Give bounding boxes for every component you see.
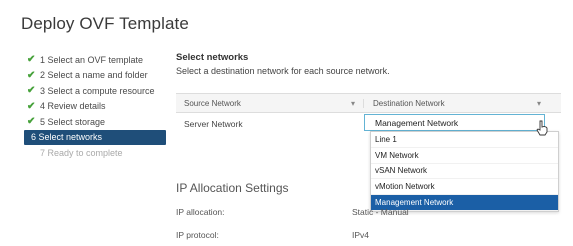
step-label: 4 Review details xyxy=(40,101,106,112)
hand-cursor-icon xyxy=(536,120,548,136)
ip-allocation-title: IP Allocation Settings xyxy=(176,181,289,195)
step-7: 7 Ready to complete xyxy=(27,145,167,161)
dropdown-option[interactable]: VM Network xyxy=(371,148,558,164)
ip-allocation-value: Static - Manual xyxy=(352,207,409,217)
step-2[interactable]: ✔ 2 Select a name and folder xyxy=(27,68,167,84)
wizard-title: Deploy OVF Template xyxy=(21,14,189,33)
dropdown-option[interactable]: vMotion Network xyxy=(371,179,558,196)
step-4[interactable]: ✔ 4 Review details xyxy=(27,99,167,115)
col-destination-header[interactable]: Destination Network ▾ xyxy=(364,99,561,108)
step-label: 6 Select networks xyxy=(31,132,103,143)
step-label: 2 Select a name and folder xyxy=(40,70,148,81)
filter-icon[interactable]: ▾ xyxy=(537,99,541,108)
section-subheading: Select a destination network for each so… xyxy=(176,66,390,76)
grid-header: Source Network ▾ Destination Network ▾ xyxy=(176,93,561,113)
ip-protocol-value: IPv4 xyxy=(352,230,370,240)
dropdown-option[interactable]: vSAN Network xyxy=(371,164,558,180)
check-icon: ✔ xyxy=(27,54,36,66)
step-label: 3 Select a compute resource xyxy=(40,85,155,96)
step-label: 5 Select storage xyxy=(40,116,106,127)
check-icon: ✔ xyxy=(27,69,36,81)
step-6-active[interactable]: 6 Select networks xyxy=(24,129,166,145)
step-3[interactable]: ✔ 3 Select a compute resource xyxy=(27,83,167,99)
step-label: 7 Ready to complete xyxy=(40,147,123,158)
main-panel: Select networks Select a destination net… xyxy=(176,52,571,76)
ip-protocol-label: IP protocol: xyxy=(176,230,219,240)
step-1[interactable]: ✔ 1 Select an OVF template xyxy=(27,52,167,68)
ip-allocation-label: IP allocation: xyxy=(176,207,225,217)
step-label: 1 Select an OVF template xyxy=(40,54,144,65)
step-5[interactable]: ✔ 5 Select storage xyxy=(27,114,167,130)
source-network-cell: Server Network xyxy=(184,119,243,129)
destination-network-dropdown: Line 1 VM Network vSAN Network vMotion N… xyxy=(370,131,559,212)
check-icon: ✔ xyxy=(27,116,36,128)
col-source-header[interactable]: Source Network ▾ xyxy=(176,98,364,108)
dropdown-option[interactable]: Line 1 xyxy=(371,132,558,148)
section-heading: Select networks xyxy=(176,52,249,63)
wizard-steps: ✔ 1 Select an OVF template ✔ 2 Select a na… xyxy=(24,52,167,161)
check-icon: ✔ xyxy=(27,85,36,97)
destination-network-select[interactable]: Management Network xyxy=(364,114,545,131)
filter-icon[interactable]: ▾ xyxy=(351,99,355,108)
check-icon: ✔ xyxy=(27,100,36,112)
